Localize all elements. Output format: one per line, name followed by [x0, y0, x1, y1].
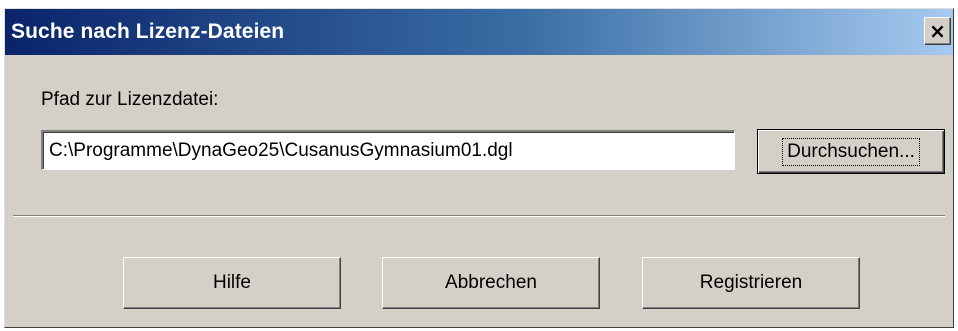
license-search-dialog: Suche nach Lizenz-Dateien × Pfad zur Liz… [4, 8, 954, 328]
register-button[interactable]: Registrieren [642, 257, 860, 309]
browse-button[interactable]: Durchsuchen... [757, 129, 945, 174]
window-title: Suche nach Lizenz-Dateien [11, 20, 285, 43]
help-button[interactable]: Hilfe [123, 257, 341, 309]
path-label: Pfad zur Lizenzdatei: [41, 89, 219, 110]
cancel-button-label: Abbrechen [445, 272, 537, 293]
title-bar[interactable]: Suche nach Lizenz-Dateien × [5, 9, 953, 55]
help-button-label: Hilfe [212, 272, 251, 293]
license-path-input[interactable] [41, 130, 735, 170]
cancel-button[interactable]: Abbrechen [382, 257, 600, 309]
close-icon: × [929, 19, 946, 43]
browse-button-label: Durchsuchen... [782, 137, 920, 166]
separator [13, 215, 945, 217]
register-button-label: Registrieren [699, 272, 803, 293]
close-button[interactable]: × [924, 17, 951, 45]
